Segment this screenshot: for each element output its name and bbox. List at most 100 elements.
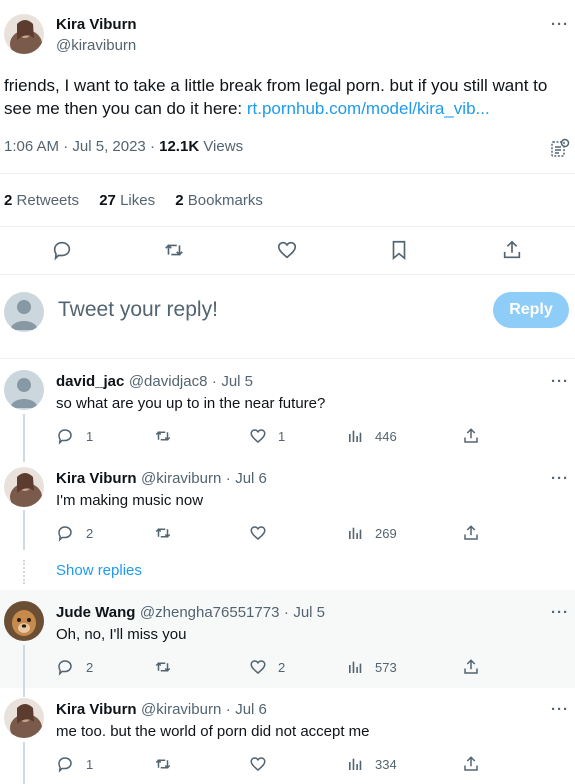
- reply-share-icon[interactable]: [461, 754, 481, 774]
- reply-date[interactable]: Jul 5: [221, 373, 253, 390]
- divider: [0, 274, 575, 275]
- reply-author-name[interactable]: Kira Viburn: [56, 470, 137, 487]
- thread-line: [23, 742, 25, 784]
- tweet-text-prefix: see me then you can do it here:: [4, 99, 247, 118]
- meta-sep-1: ·: [63, 138, 69, 155]
- meta-sep-2: ·: [149, 138, 155, 155]
- reply-retweet-icon[interactable]: [153, 426, 173, 446]
- current-user-avatar[interactable]: [4, 292, 44, 332]
- reply-reply-icon[interactable]: [55, 754, 75, 774]
- reply-more-icon[interactable]: ···: [551, 604, 569, 621]
- reply-reply-count: 1: [86, 429, 94, 444]
- reply-avatar[interactable]: [4, 467, 44, 507]
- reply-author-name[interactable]: david_jac: [56, 373, 124, 390]
- tweet-date[interactable]: Jul 5, 2023: [72, 138, 145, 155]
- reply-sep: ·: [225, 701, 231, 718]
- more-options-icon[interactable]: ···: [551, 16, 569, 33]
- thread-line: [23, 645, 25, 697]
- reply-button[interactable]: Reply: [493, 292, 569, 328]
- reply-text: I'm making music now: [56, 492, 204, 509]
- reply-text: me too. but the world of porn did not ac…: [56, 723, 370, 740]
- reply-text: so what are you up to in the near future…: [56, 395, 326, 412]
- likes-stat[interactable]: 27 Likes: [99, 192, 155, 209]
- bookmarks-label: Bookmarks: [187, 192, 263, 209]
- reply-more-icon[interactable]: ···: [551, 470, 569, 487]
- reply-header: Jude Wang @zhengha76551773 · Jul 5: [56, 604, 325, 622]
- reply-header: Kira Viburn @kiraviburn · Jul 6: [56, 701, 267, 719]
- reply-share-icon[interactable]: [461, 426, 481, 446]
- reply-sep: ·: [211, 373, 217, 390]
- reply-date[interactable]: Jul 6: [235, 701, 267, 718]
- tweet-link[interactable]: rt.pornhub.com/model/kira_vib...: [247, 99, 490, 118]
- tweet-text-line2: see me then you can do it here: rt.pornh…: [4, 97, 490, 121]
- reply-views-count: 269: [375, 526, 397, 541]
- thread-dotted-line: [23, 560, 25, 584]
- bookmarks-stat[interactable]: 2 Bookmarks: [175, 192, 263, 209]
- reply-more-icon[interactable]: ···: [551, 373, 569, 390]
- reply-share-icon[interactable]: [461, 523, 481, 543]
- reply-more-icon[interactable]: ···: [551, 701, 569, 718]
- thread-line: [23, 414, 25, 462]
- tweet-time[interactable]: 1:06 AM: [4, 138, 59, 155]
- author-avatar[interactable]: [4, 14, 44, 54]
- reply-like-icon[interactable]: [248, 426, 268, 446]
- reply-like-count: 2: [278, 660, 286, 675]
- reply-author-handle[interactable]: @davidjac8: [129, 373, 208, 390]
- reply-views-count: 573: [375, 660, 397, 675]
- analytics-icon[interactable]: [550, 138, 570, 158]
- retweets-stat[interactable]: 2 Retweets: [4, 192, 79, 209]
- reply-date[interactable]: Jul 6: [235, 470, 267, 487]
- author-name[interactable]: Kira Viburn: [56, 16, 137, 33]
- reply-like-icon[interactable]: [248, 754, 268, 774]
- reply-like-icon[interactable]: [248, 657, 268, 677]
- like-icon[interactable]: [275, 238, 299, 262]
- reply-author-handle[interactable]: @kiraviburn: [141, 701, 221, 718]
- reply-reply-count: 1: [86, 757, 94, 772]
- likes-count: 27: [99, 192, 116, 209]
- reply-views-icon[interactable]: [345, 523, 365, 543]
- reply-share-icon[interactable]: [461, 657, 481, 677]
- reply-author-handle[interactable]: @kiraviburn: [141, 470, 221, 487]
- show-replies-link[interactable]: Show replies: [56, 562, 142, 579]
- reply-author-name[interactable]: Kira Viburn: [56, 701, 137, 718]
- reply-avatar[interactable]: [4, 601, 44, 641]
- reply-like-count: 1: [278, 429, 286, 444]
- reply-avatar[interactable]: [4, 698, 44, 738]
- tweet-meta: 1:06 AM · Jul 5, 2023 · 12.1K Views: [4, 138, 243, 155]
- views-count: 12.1K: [159, 138, 200, 155]
- reply-icon[interactable]: [50, 238, 74, 262]
- tweet-text-line1: friends, I want to take a little break f…: [4, 76, 548, 95]
- reply-retweet-icon[interactable]: [153, 523, 173, 543]
- reply-text: Oh, no, I'll miss you: [56, 626, 187, 643]
- reply-avatar[interactable]: [4, 370, 44, 410]
- reply-author-handle[interactable]: @zhengha76551773: [140, 604, 280, 621]
- reply-reply-count: 2: [86, 660, 94, 675]
- reply-reply-icon[interactable]: [55, 657, 75, 677]
- reply-header: david_jac @davidjac8 · Jul 5: [56, 373, 253, 391]
- reply-input[interactable]: Tweet your reply!: [58, 298, 218, 322]
- retweets-label: Retweets: [16, 192, 80, 209]
- reply-reply-icon[interactable]: [55, 426, 75, 446]
- divider: [0, 173, 575, 174]
- reply-views-icon[interactable]: [345, 426, 365, 446]
- reply-sep: ·: [283, 604, 289, 621]
- bookmark-icon[interactable]: [387, 238, 411, 262]
- reply-views-icon[interactable]: [345, 657, 365, 677]
- retweet-icon[interactable]: [162, 238, 186, 262]
- author-handle[interactable]: @kiraviburn: [56, 37, 136, 54]
- views-label: Views: [203, 138, 244, 155]
- reply-views-count: 334: [375, 757, 397, 772]
- reply-views-icon[interactable]: [345, 754, 365, 774]
- reply-retweet-icon[interactable]: [153, 657, 173, 677]
- divider: [0, 358, 575, 359]
- reply-views-count: 446: [375, 429, 397, 444]
- reply-retweet-icon[interactable]: [153, 754, 173, 774]
- share-icon[interactable]: [500, 238, 524, 262]
- reply-author-name[interactable]: Jude Wang: [56, 604, 135, 621]
- reply-reply-icon[interactable]: [55, 523, 75, 543]
- thread-line: [23, 510, 25, 550]
- reply-reply-count: 2: [86, 526, 94, 541]
- reply-date[interactable]: Jul 5: [293, 604, 325, 621]
- engagement-stats: 2 Retweets 27 Likes 2 Bookmarks: [4, 192, 263, 209]
- reply-like-icon[interactable]: [248, 523, 268, 543]
